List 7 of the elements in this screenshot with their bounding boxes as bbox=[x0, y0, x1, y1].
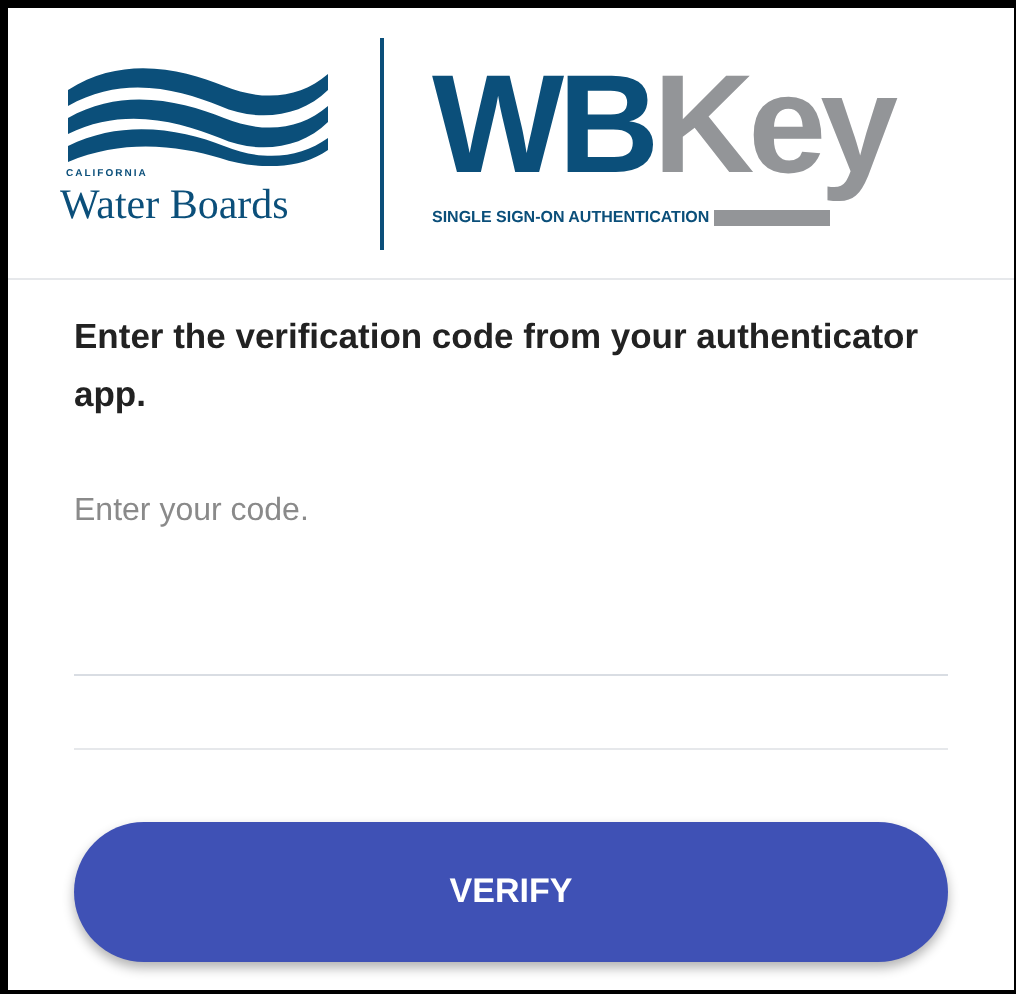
verify-button[interactable]: VERIFY bbox=[74, 822, 948, 962]
tagline: SINGLE SIGN-ON AUTHENTICATION bbox=[432, 205, 710, 230]
instruction-text: Enter the verification code from your authenticator app. bbox=[74, 314, 921, 418]
code-input-field[interactable]: Enter your code. bbox=[74, 468, 948, 676]
brand-wordmark: WBKey bbox=[432, 44, 896, 206]
agency-name: Water Boards bbox=[60, 183, 291, 225]
tagline-bar bbox=[713, 209, 830, 226]
